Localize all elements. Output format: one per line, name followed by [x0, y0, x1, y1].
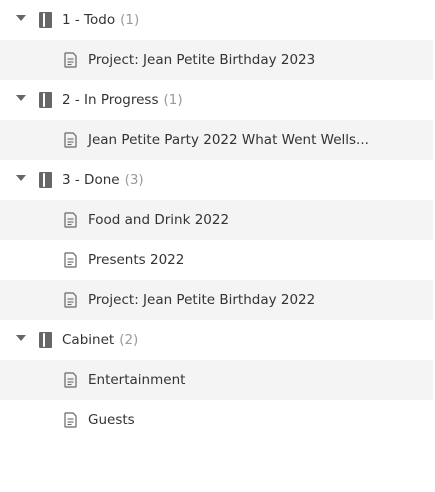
item-label: Jean Petite Party 2022 What Went Wells..…: [88, 132, 369, 148]
group-name: 2 - In Progress: [62, 92, 159, 108]
item-label: Presents 2022: [88, 252, 185, 268]
group-count: (1): [163, 92, 183, 108]
item-label: Project: Jean Petite Birthday 2023: [88, 52, 316, 68]
list-item[interactable]: Entertainment: [0, 360, 433, 400]
group-row-done[interactable]: 3 - Done (3): [0, 160, 433, 200]
group-count: (1): [120, 12, 140, 28]
list-item[interactable]: Presents 2022: [0, 240, 433, 280]
group-name: Cabinet: [62, 332, 115, 348]
list-item[interactable]: Jean Petite Party 2022 What Went Wells..…: [0, 120, 433, 160]
notebook-icon: [39, 332, 52, 348]
group-row-todo[interactable]: 1 - Todo (1): [0, 0, 433, 40]
list-item[interactable]: Food and Drink 2022: [0, 200, 433, 240]
group-row-in-progress[interactable]: 2 - In Progress (1): [0, 80, 433, 120]
group-row-cabinet[interactable]: Cabinet (2): [0, 320, 433, 360]
item-label: Guests: [88, 412, 135, 428]
document-icon: [64, 212, 77, 228]
list-item[interactable]: Project: Jean Petite Birthday 2023: [0, 40, 433, 80]
chevron-down-icon[interactable]: [16, 175, 26, 181]
group-name: 3 - Done: [62, 172, 120, 188]
group-label: 3 - Done (3): [62, 160, 144, 200]
notebook-icon: [39, 12, 52, 28]
document-icon: [64, 52, 77, 68]
group-name: 1 - Todo: [62, 12, 116, 28]
notebook-icon: [39, 172, 52, 188]
document-icon: [64, 292, 77, 308]
group-count: (2): [119, 332, 139, 348]
group-label: 1 - Todo (1): [62, 0, 139, 40]
group-count: (3): [124, 172, 144, 188]
item-label: Project: Jean Petite Birthday 2022: [88, 292, 316, 308]
document-icon: [64, 372, 77, 388]
chevron-down-icon[interactable]: [16, 335, 26, 341]
item-label: Food and Drink 2022: [88, 212, 230, 228]
item-label: Entertainment: [88, 372, 186, 388]
list-item[interactable]: Project: Jean Petite Birthday 2022: [0, 280, 433, 320]
document-icon: [64, 412, 77, 428]
notebook-icon: [39, 92, 52, 108]
group-label: Cabinet (2): [62, 320, 138, 360]
chevron-down-icon[interactable]: [16, 15, 26, 21]
chevron-down-icon[interactable]: [16, 95, 26, 101]
document-icon: [64, 132, 77, 148]
list-item[interactable]: Guests: [0, 400, 433, 440]
group-label: 2 - In Progress (1): [62, 80, 183, 120]
notebook-tree: 1 - Todo (1) Project: Jean Petite Birthda…: [0, 0, 435, 440]
document-icon: [64, 252, 77, 268]
